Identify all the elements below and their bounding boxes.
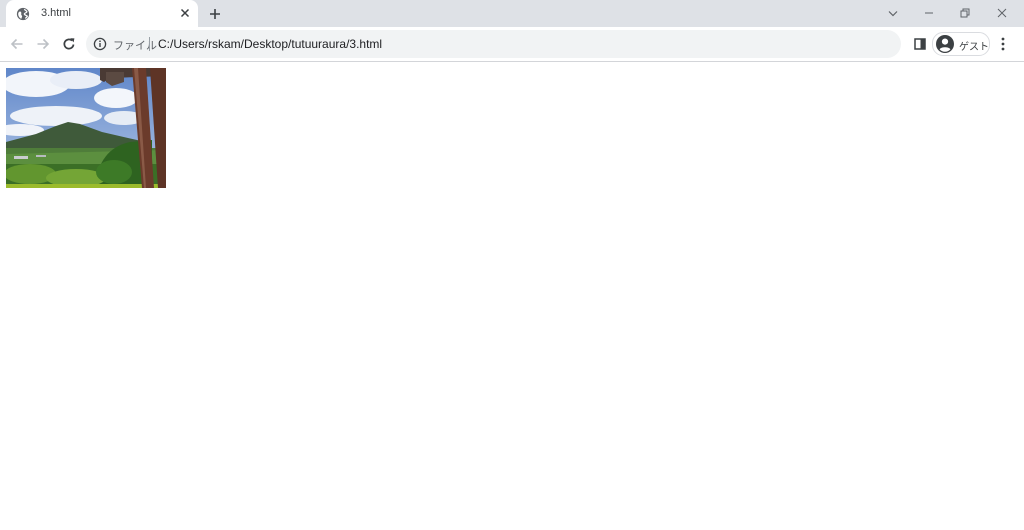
profile-label: ゲスト (959, 42, 989, 53)
chevron-down-icon (888, 10, 898, 16)
restore-icon (960, 8, 970, 18)
arrow-left-icon (10, 38, 23, 50)
side-panel-button[interactable] (908, 32, 932, 56)
minimize-icon (925, 12, 933, 14)
info-icon[interactable] (93, 37, 107, 51)
side-panel-icon (914, 38, 926, 50)
close-icon (180, 8, 190, 18)
arrow-right-icon (37, 38, 50, 50)
tab-close-button[interactable] (176, 4, 194, 22)
tab-search-button[interactable] (879, 2, 907, 24)
url-text[interactable]: C:/Users/rskam/Desktop/tutuuraura/3.html (158, 37, 382, 51)
forward-button[interactable] (31, 32, 55, 56)
browser-toolbar: ファイル C:/Users/rskam/Desktop/tutuuraura/3… (0, 27, 1024, 62)
address-separator (149, 37, 150, 51)
close-window-button[interactable] (988, 2, 1016, 24)
globe-icon (16, 7, 30, 21)
landscape-image (6, 68, 166, 188)
reload-icon (63, 38, 75, 50)
page-content (0, 62, 1024, 530)
reload-button[interactable] (57, 32, 81, 56)
plus-icon (210, 9, 220, 19)
restore-button[interactable] (951, 2, 979, 24)
security-chip-label[interactable]: ファイル (113, 37, 157, 53)
minimize-button[interactable] (915, 2, 943, 24)
new-tab-button[interactable] (205, 4, 225, 24)
tab-title: 3.html (41, 7, 71, 19)
more-vertical-icon (1001, 37, 1005, 51)
address-bar[interactable]: ファイル C:/Users/rskam/Desktop/tutuuraura/3… (86, 30, 901, 58)
avatar-icon (936, 35, 954, 53)
tab-active[interactable]: 3.html (6, 0, 198, 27)
profile-button[interactable]: ゲスト (932, 32, 990, 56)
back-button[interactable] (5, 32, 29, 56)
close-icon (997, 8, 1007, 18)
browser-menu-button[interactable] (993, 32, 1013, 56)
tab-strip: 3.html (0, 0, 1024, 27)
